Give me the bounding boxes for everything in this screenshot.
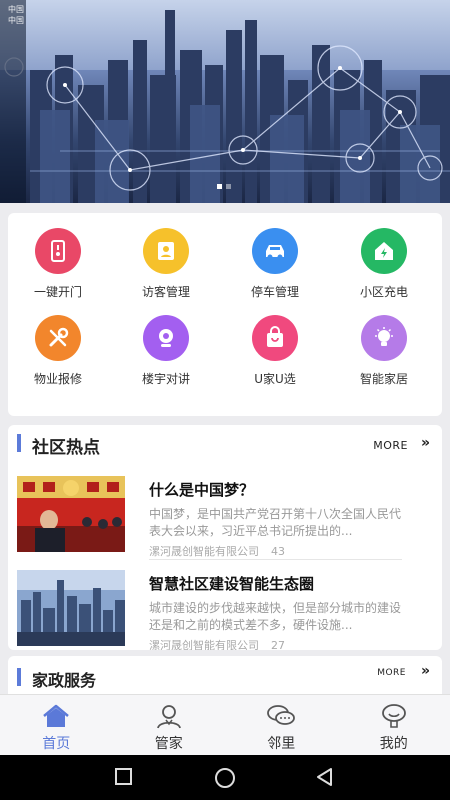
bag-icon: [252, 315, 298, 361]
tab-home[interactable]: 首页: [0, 695, 113, 755]
news-meta: 漯河晟创智能有限公司 27: [149, 637, 285, 650]
home-icon: [41, 703, 71, 729]
grid-item-intercom[interactable]: 楼宇对讲: [121, 315, 211, 387]
news-title: 智慧社区建设智能生态圈: [149, 575, 315, 593]
bulb-icon: [361, 315, 407, 361]
news-item[interactable]: 智慧社区建设智能生态圈 城市建设的步伐越来越快，但是部分城市的建设还是和之前的模…: [8, 570, 442, 650]
chat-icon: [266, 703, 296, 729]
car-icon: [252, 228, 298, 274]
tab-neighbors[interactable]: 邻里: [225, 695, 338, 755]
news-view-count: 27: [271, 639, 285, 650]
grid-item-charging[interactable]: 小区充电: [339, 228, 429, 300]
banner-carousel[interactable]: 中国 中国: [0, 0, 450, 203]
grid-label: 楼宇对讲: [141, 372, 190, 386]
news-item[interactable]: 什么是中国梦？ 中国梦，是中国共产党召开第十八次全国人民代表大会以来，习近平总书…: [8, 476, 442, 568]
more-link[interactable]: MORE: [377, 668, 406, 678]
banner-left-strip: [0, 0, 26, 203]
divider: [149, 559, 402, 560]
grid-item-repair[interactable]: 物业报修: [13, 315, 103, 387]
news-thumbnail: [17, 570, 125, 646]
chevron-double-right-icon[interactable]: »: [421, 435, 430, 451]
news-source: 漯河晟创智能有限公司: [149, 545, 259, 558]
section-accent-bar: [17, 668, 21, 686]
profile-icon: [379, 703, 409, 729]
recents-button[interactable]: [114, 767, 134, 791]
tab-butler[interactable]: 管家: [113, 695, 226, 755]
section-title: 社区热点: [32, 438, 100, 458]
visitor-icon: [143, 228, 189, 274]
housekeeping-section: 家政服务 MORE »: [8, 656, 442, 696]
tab-label: 首页: [42, 736, 71, 752]
camera-icon: [143, 315, 189, 361]
banner-image: [4, 10, 450, 203]
grid-item-open-door[interactable]: 一键开门: [13, 228, 103, 300]
grid-label: 智能家居: [359, 372, 408, 386]
butler-icon: [154, 703, 184, 729]
section-header: 社区热点 MORE »: [8, 425, 442, 469]
function-grid: 一键开门 访客管理 停车管理 小区充电 物业报修 楼宇对讲 U家U选 智能家居: [8, 213, 442, 416]
news-source: 漯河晟创智能有限公司: [149, 639, 259, 650]
status-overlay-line: 中国: [8, 5, 24, 14]
grid-item-parking[interactable]: 停车管理: [230, 228, 320, 300]
more-link[interactable]: MORE: [373, 439, 408, 452]
news-summary: 中国梦，是中国共产党召开第十八次全国人民代表大会以来，习近平总书记所提出的...: [149, 507, 402, 538]
tab-label: 管家: [154, 736, 183, 752]
section-accent-bar: [17, 434, 21, 452]
grid-label: 访客管理: [141, 285, 190, 299]
community-hot-section: 社区热点 MORE » 什么是中国梦？ 中国梦，是中国共产党召开第十八次全国人民…: [8, 425, 442, 650]
grid-item-smart-home[interactable]: 智能家居: [339, 315, 429, 387]
carousel-dot: [226, 184, 231, 189]
tab-label: 我的: [379, 736, 408, 752]
grid-item-u-select[interactable]: U家U选: [230, 315, 320, 387]
tab-label: 邻里: [267, 736, 296, 752]
home-button[interactable]: [213, 766, 237, 794]
news-title: 什么是中国梦？: [149, 481, 255, 499]
news-summary: 城市建设的步伐越来越快，但是部分城市的建设还是和之前的模式差不多，硬件设施...: [149, 601, 402, 632]
bottom-tab-bar: 首页 管家 邻里 我的: [0, 694, 450, 755]
grid-label: 一键开门: [33, 285, 82, 299]
back-button[interactable]: [315, 767, 335, 791]
grid-item-visitor[interactable]: 访客管理: [121, 228, 211, 300]
grid-label: U家U选: [254, 372, 296, 386]
news-meta: 漯河晟创智能有限公司 43: [149, 543, 285, 559]
status-overlay: 中国 中国: [8, 4, 24, 26]
door-icon: [35, 228, 81, 274]
carousel-dot-active: [217, 184, 222, 189]
system-nav-bar: [0, 755, 450, 800]
grid-label: 小区充电: [359, 285, 408, 299]
section-title: 家政服务: [32, 671, 97, 690]
status-overlay-line: 中国: [8, 16, 24, 25]
tab-profile[interactable]: 我的: [338, 695, 450, 755]
charge-icon: [361, 228, 407, 274]
repair-icon: [35, 315, 81, 361]
news-thumbnail: [17, 476, 125, 552]
grid-label: 物业报修: [33, 372, 82, 386]
news-view-count: 43: [271, 545, 285, 558]
chevron-double-right-icon[interactable]: »: [421, 663, 430, 679]
carousel-indicator: [217, 184, 231, 189]
grid-label: 停车管理: [250, 285, 299, 299]
